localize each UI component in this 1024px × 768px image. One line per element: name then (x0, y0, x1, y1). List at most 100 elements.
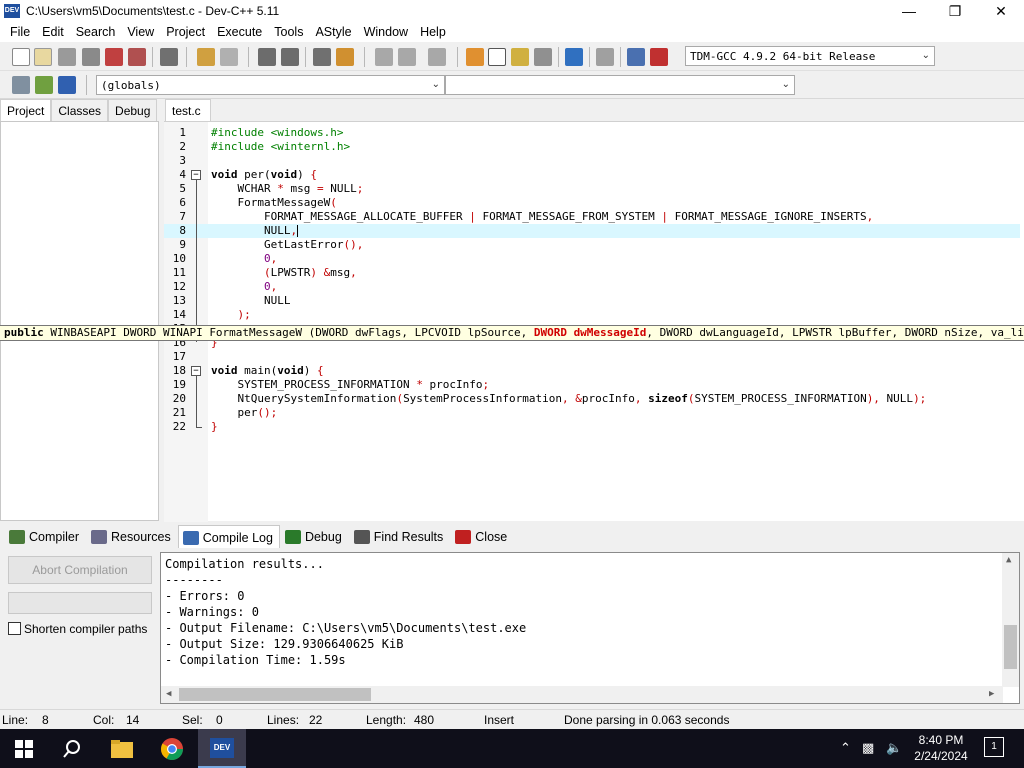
code-line[interactable]: 18− void main(void) { (164, 364, 1020, 378)
minimize-button[interactable]: — (886, 0, 932, 22)
network-icon[interactable]: ▩ (862, 740, 874, 756)
profile-icon[interactable] (627, 48, 645, 66)
volume-muted-icon[interactable]: 🔈 (886, 740, 902, 756)
bookmark-icon[interactable] (336, 48, 354, 66)
rebuild-all-icon[interactable] (534, 48, 552, 66)
clean-icon[interactable] (596, 48, 614, 66)
toggle-bookmark-icon[interactable] (35, 76, 53, 94)
file-explorer-icon[interactable] (98, 729, 146, 768)
find-icon[interactable] (258, 48, 276, 66)
comment-toggle-icon[interactable] (428, 48, 446, 66)
code-line[interactable]: 1 #include <windows.h> (164, 126, 1020, 140)
insert-icon[interactable] (12, 76, 30, 94)
code-editor[interactable]: 1 #include <windows.h> 2 #include <winternl… (164, 121, 1024, 522)
tab-close[interactable]: Close (450, 525, 514, 549)
indent-right-icon[interactable] (398, 48, 416, 66)
tab-compile-log[interactable]: Compile Log (177, 525, 280, 549)
tab-classes[interactable]: Classes (51, 99, 109, 121)
menu-file[interactable]: File (4, 25, 36, 39)
code-line[interactable]: 14 ); (164, 308, 1020, 322)
code-line[interactable]: 19 SYSTEM_PROCESS_INFORMATION * procInfo… (164, 378, 1020, 392)
member-select[interactable]: ⌄ (445, 75, 795, 95)
open-file-icon[interactable] (34, 48, 52, 66)
code-line[interactable]: 12 0, (164, 280, 1020, 294)
code-line[interactable]: 3 (164, 154, 1020, 168)
scroll-up-icon[interactable]: ▲ (1006, 555, 1011, 565)
system-clock[interactable]: 8:40 PM 2/24/2024 (908, 732, 974, 764)
log-horizontal-thumb[interactable] (179, 688, 371, 701)
code-line[interactable]: 7 FORMAT_MESSAGE_ALLOCATE_BUFFER | FORMA… (164, 210, 1020, 224)
project-browser[interactable] (0, 121, 159, 521)
close-window-button[interactable]: ✕ (978, 0, 1024, 22)
log-horizontal-scrollbar[interactable]: ◀ ▶ (161, 686, 1003, 703)
log-vertical-thumb[interactable] (1004, 625, 1017, 669)
editor-tab-test-c[interactable]: test.c (165, 99, 211, 121)
code-line[interactable]: 2 #include <winternl.h> (164, 140, 1020, 154)
tab-compiler[interactable]: Compiler (4, 525, 86, 549)
menu-window[interactable]: Window (358, 25, 414, 39)
menu-help[interactable]: Help (414, 25, 452, 39)
code-line[interactable]: 4− void per(void) { (164, 168, 1020, 182)
compile-log-output[interactable]: Compilation results... -------- - Errors: … (160, 552, 1020, 704)
fold-collapse-icon[interactable]: − (191, 366, 201, 376)
line-number: 2 (179, 140, 186, 153)
delete-profile-icon[interactable] (650, 48, 668, 66)
save-all-icon[interactable] (82, 48, 100, 66)
code-line[interactable]: 9 GetLastError(), (164, 238, 1020, 252)
print-icon[interactable] (160, 48, 178, 66)
close-file-icon[interactable] (105, 48, 123, 66)
tab-find-results[interactable]: Find Results (349, 525, 450, 549)
log-vertical-scrollbar[interactable]: ▲ (1002, 553, 1019, 687)
devcpp-taskbar-icon[interactable]: DEV (198, 729, 246, 768)
chrome-icon[interactable] (148, 729, 196, 768)
code-line[interactable]: 10 0, (164, 252, 1020, 266)
tab-resources[interactable]: Resources (86, 525, 178, 549)
search-icon[interactable] (48, 729, 96, 768)
code-line[interactable]: 6 FormatMessageW( (164, 196, 1020, 210)
run-icon[interactable] (488, 48, 506, 66)
code-line[interactable]: 8 NULL, (164, 224, 1020, 238)
menu-edit[interactable]: Edit (36, 25, 70, 39)
menu-tools[interactable]: Tools (268, 25, 309, 39)
maximize-button[interactable]: ❐ (932, 0, 978, 22)
menu-view[interactable]: View (121, 25, 160, 39)
scope-select[interactable]: (globals) ⌄ (96, 75, 445, 95)
syntax-check-icon[interactable] (565, 48, 583, 66)
notification-center-icon[interactable]: 1 (984, 737, 1004, 757)
menu-astyle[interactable]: AStyle (309, 25, 357, 39)
scroll-left-icon[interactable]: ◀ (166, 689, 171, 699)
close-all-icon[interactable] (128, 48, 146, 66)
save-icon[interactable] (58, 48, 76, 66)
scroll-right-icon[interactable]: ▶ (989, 689, 994, 699)
tab-debug[interactable]: Debug (280, 525, 349, 549)
code-line[interactable]: 22} (164, 420, 1020, 434)
menu-project[interactable]: Project (160, 25, 211, 39)
menu-execute[interactable]: Execute (211, 25, 268, 39)
new-file-icon[interactable] (12, 48, 30, 66)
tab-project[interactable]: Project (0, 99, 52, 122)
code-line[interactable]: 5 WCHAR * msg = NULL; (164, 182, 1020, 196)
goto-line-icon[interactable] (313, 48, 331, 66)
compile-icon[interactable] (466, 48, 484, 66)
compiler-select[interactable]: TDM-GCC 4.9.2 64-bit Release ⌄ (685, 46, 935, 66)
windows-start-icon[interactable] (0, 729, 48, 768)
log-line: - Errors: 0 (165, 589, 245, 603)
code-line[interactable]: 17 (164, 350, 1020, 364)
code-line[interactable]: 13 NULL (164, 294, 1020, 308)
show-hidden-icons-icon[interactable]: ⌃ (840, 740, 851, 756)
menu-bar: File Edit Search View Project Execute To… (0, 22, 1024, 42)
abort-compilation-button[interactable]: Abort Compilation (8, 556, 152, 584)
replace-icon[interactable] (281, 48, 299, 66)
indent-left-icon[interactable] (375, 48, 393, 66)
tab-debug[interactable]: Debug (108, 99, 158, 121)
code-line[interactable]: 11 (LPWSTR) &msg, (164, 266, 1020, 280)
code-line[interactable]: 20 NtQuerySystemInformation(SystemProces… (164, 392, 1020, 406)
fold-collapse-icon[interactable]: − (191, 170, 201, 180)
undo-icon[interactable] (197, 48, 215, 66)
menu-search[interactable]: Search (70, 25, 122, 39)
goto-bookmark-icon[interactable] (58, 76, 76, 94)
shorten-paths-checkbox[interactable] (8, 622, 21, 635)
redo-icon[interactable] (220, 48, 238, 66)
compile-run-icon[interactable] (511, 48, 529, 66)
code-line[interactable]: 21 per(); (164, 406, 1020, 420)
